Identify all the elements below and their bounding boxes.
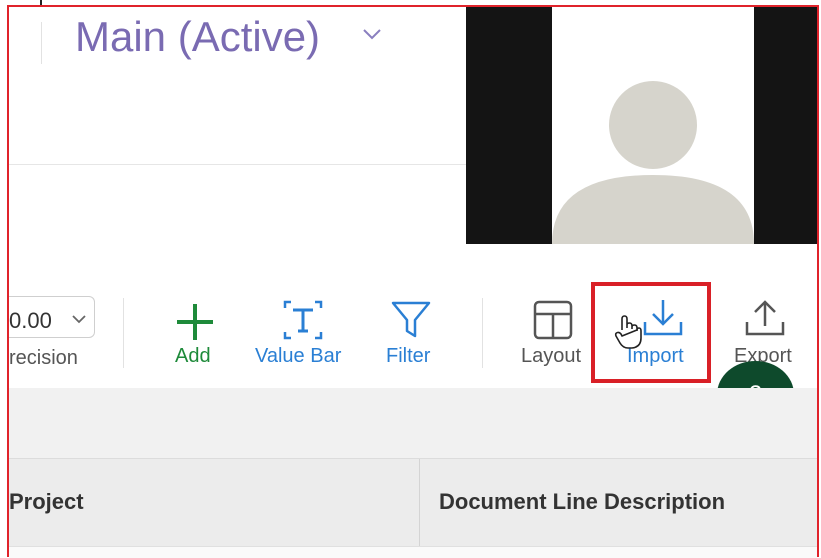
recording-frame — [7, 5, 819, 557]
